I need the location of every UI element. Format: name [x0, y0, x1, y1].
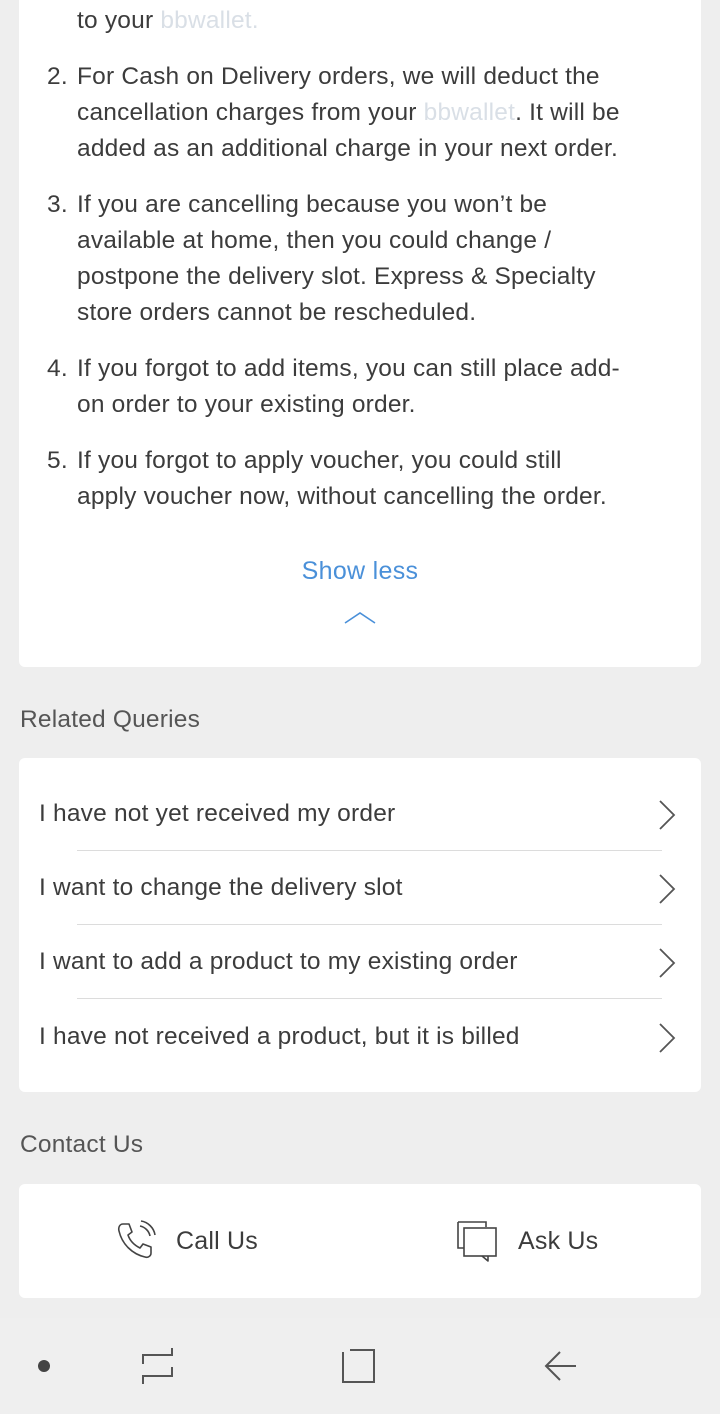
related-query-label: I have not received a product, but it is…	[39, 1023, 520, 1050]
contact-us-card: Call Us Ask Us	[19, 1184, 701, 1298]
bbwallet-link[interactable]: bbwallet	[424, 99, 516, 126]
list-text: For Cash on Delivery orders, we will ded…	[77, 63, 600, 90]
dot-icon[interactable]	[26, 1348, 62, 1389]
list-number: 3.	[47, 191, 68, 218]
list-text: apply voucher now, without cancelling th…	[77, 483, 607, 510]
list-number: 4.	[47, 355, 68, 382]
recent-apps-icon[interactable]	[138, 1344, 178, 1393]
ask-us-button[interactable]: Ask Us	[456, 1184, 686, 1298]
contact-us-title: Contact Us	[20, 1131, 144, 1158]
system-nav-bar	[0, 1318, 720, 1414]
list-text: store orders cannot be rescheduled.	[77, 299, 477, 326]
bbwallet-link[interactable]: bbwallet.	[160, 7, 259, 34]
chevron-right-icon	[657, 873, 677, 910]
chevron-right-icon	[657, 799, 677, 836]
related-query-label: I want to change the delivery slot	[39, 874, 403, 901]
call-us-button[interactable]: Call Us	[114, 1184, 374, 1298]
related-query-label: I have not yet received my order	[39, 800, 396, 827]
list-text: If you forgot to add items, you can stil…	[77, 355, 620, 382]
related-query-label: I want to add a product to my existing o…	[39, 948, 518, 975]
related-query-row[interactable]: I have not yet received my order	[19, 777, 701, 851]
related-queries-title: Related Queries	[20, 706, 201, 733]
chevron-right-icon	[657, 947, 677, 984]
chevron-up-icon[interactable]	[343, 610, 377, 633]
list-text: added as an additional charge in your ne…	[77, 135, 619, 162]
divider	[77, 998, 662, 999]
show-less-link[interactable]: Show less	[0, 557, 720, 586]
chevron-right-icon	[657, 1022, 677, 1059]
related-queries-card: I have not yet received my order I want …	[19, 758, 701, 1092]
list-text: If you forgot to apply voucher, you coul…	[77, 447, 562, 474]
home-icon[interactable]	[340, 1344, 380, 1393]
back-icon[interactable]	[540, 1344, 580, 1393]
list-text: If you are cancelling because you won’t …	[77, 191, 548, 218]
phone-icon	[114, 1220, 158, 1267]
related-query-row[interactable]: I have not received a product, but it is…	[19, 1000, 701, 1074]
related-query-row[interactable]: I want to change the delivery slot	[19, 851, 701, 925]
list-text: cancellation charges from your	[77, 99, 424, 126]
list-text: available at home, then you could change…	[77, 227, 552, 254]
related-query-row[interactable]: I want to add a product to my existing o…	[19, 925, 701, 999]
list-number: 5.	[47, 447, 68, 474]
list-text: on order to your existing order.	[77, 391, 416, 418]
list-text: postpone the delivery slot. Express & Sp…	[77, 263, 596, 290]
ask-us-label: Ask Us	[518, 1227, 599, 1255]
list-text: to your	[77, 7, 161, 34]
chat-bubbles-icon	[456, 1220, 500, 1267]
list-number: 2.	[47, 63, 68, 90]
call-us-label: Call Us	[176, 1227, 258, 1255]
list-text: . It will be	[515, 99, 620, 126]
